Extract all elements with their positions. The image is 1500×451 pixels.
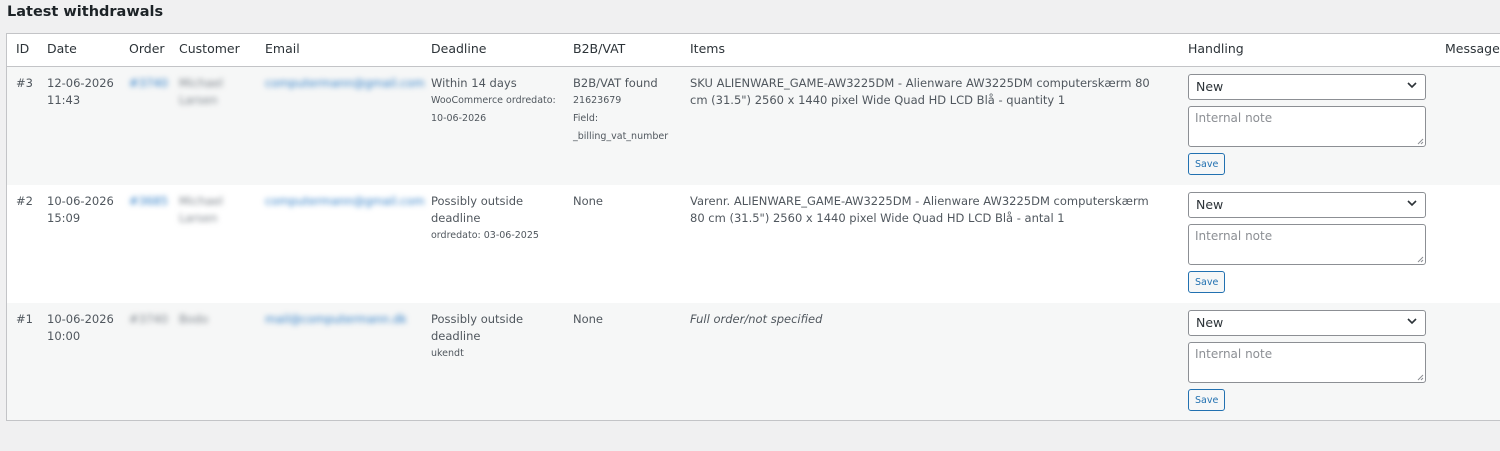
column-header-items: Items	[690, 41, 725, 56]
row-deadline: Possibly outside deadline ordredato: 03-…	[431, 193, 551, 245]
row-deadline: Possibly outside deadline ukendt	[431, 311, 551, 363]
customer-first-name: Michael	[179, 194, 224, 208]
vat-status: None	[573, 312, 604, 326]
deadline-status: Possibly outside deadline	[431, 312, 524, 343]
deadline-note: WooCommerce ordredato:	[431, 95, 556, 106]
chevron-down-icon	[1407, 318, 1417, 325]
internal-note-textarea[interactable]: Internal note	[1188, 224, 1426, 265]
customer-last-name: Larsen	[179, 93, 218, 107]
handling-select-value: New	[1196, 79, 1224, 94]
column-header-handling: Handling	[1188, 41, 1244, 56]
email-link[interactable]: computermann@gmail.com	[265, 75, 425, 92]
row-b2b-vat: None	[573, 311, 683, 328]
row-id: #3	[16, 76, 33, 90]
deadline-status: Within 14 days	[431, 76, 517, 90]
row-items: SKU ALIENWARE_GAME-AW3225DM - Alienware …	[690, 76, 1150, 107]
table-row: #3 12-06-2026 11:43 #3740 Michael Larsen…	[7, 67, 1500, 185]
deadline-note-date: 10-06-2026	[431, 113, 487, 124]
row-date-day: 10-06-2026	[47, 194, 114, 208]
vat-status: None	[573, 194, 604, 208]
column-header-customer: Customer	[179, 41, 240, 56]
row-customer: Bodo	[179, 311, 208, 328]
row-customer: Michael Larsen	[179, 75, 223, 109]
column-header-id: ID	[16, 41, 30, 56]
customer-last-name: Larsen	[179, 211, 218, 225]
internal-note-textarea[interactable]: Internal note	[1188, 342, 1426, 383]
row-date: 10-06-2026 15:09	[47, 193, 114, 227]
order-link[interactable]: #3685	[129, 193, 168, 210]
row-items: Varenr. ALIENWARE_GAME-AW3225DM - Alienw…	[690, 194, 1149, 225]
email-link[interactable]: computermann@gmail.com	[265, 193, 425, 210]
row-deadline: Within 14 days WooCommerce ordredato: 10…	[431, 75, 566, 128]
resize-grip-icon[interactable]	[1417, 256, 1424, 263]
handling-select[interactable]: New	[1188, 310, 1426, 336]
vat-number: 21623679	[573, 95, 622, 106]
save-button[interactable]: Save	[1188, 153, 1226, 175]
internal-note-placeholder: Internal note	[1195, 111, 1273, 125]
row-b2b-vat: B2B/VAT found 21623679 Field: _billing_v…	[573, 75, 683, 146]
withdrawals-table: ID Date Order Customer Email Deadline B2…	[6, 33, 1500, 421]
vat-status: B2B/VAT found	[573, 76, 658, 90]
table-row: #2 10-06-2026 15:09 #3685 Michael Larsen…	[7, 185, 1500, 303]
save-button[interactable]: Save	[1188, 271, 1226, 293]
order-link[interactable]: #3740	[129, 311, 168, 328]
deadline-note: ordredato: 03-06-2025	[431, 230, 539, 241]
row-items: Full order/not specified	[690, 312, 823, 326]
row-date-time: 10:00	[47, 329, 81, 343]
handling-select-value: New	[1196, 315, 1224, 330]
vat-field-name: _billing_vat_number	[573, 131, 669, 142]
row-date-time: 15:09	[47, 211, 81, 225]
resize-grip-icon[interactable]	[1417, 374, 1424, 381]
row-date-day: 12-06-2026	[47, 76, 114, 90]
column-header-b2b-vat: B2B/VAT	[573, 41, 626, 56]
row-date: 12-06-2026 11:43	[47, 75, 114, 109]
page-title: Latest withdrawals	[7, 4, 164, 20]
vat-field-label: Field:	[573, 113, 599, 124]
row-b2b-vat: None	[573, 193, 683, 210]
email-link[interactable]: mail@computermann.dk	[265, 311, 407, 328]
row-customer: Michael Larsen	[179, 193, 223, 227]
column-header-order: Order	[129, 41, 165, 56]
handling-select-value: New	[1196, 197, 1224, 212]
row-date-time: 11:43	[47, 93, 81, 107]
resize-grip-icon[interactable]	[1417, 138, 1424, 145]
save-button[interactable]: Save	[1188, 389, 1226, 411]
chevron-down-icon	[1407, 82, 1417, 89]
column-header-date: Date	[47, 41, 77, 56]
internal-note-placeholder: Internal note	[1195, 229, 1273, 243]
table-row: #1 10-06-2026 10:00 #3740 Bodo mail@comp…	[7, 303, 1500, 420]
row-id: #1	[16, 312, 33, 326]
customer-first-name: Michael	[179, 76, 224, 90]
handling-controls: New Internal note Save	[1188, 310, 1428, 411]
internal-note-placeholder: Internal note	[1195, 347, 1273, 361]
column-header-email: Email	[265, 41, 300, 56]
column-header-deadline: Deadline	[431, 41, 487, 56]
handling-select[interactable]: New	[1188, 192, 1426, 218]
order-link[interactable]: #3740	[129, 75, 168, 92]
chevron-down-icon	[1407, 200, 1417, 207]
row-date: 10-06-2026 10:00	[47, 311, 114, 345]
column-header-message: Message	[1445, 41, 1500, 56]
handling-select[interactable]: New	[1188, 74, 1426, 100]
handling-controls: New Internal note Save	[1188, 74, 1428, 175]
internal-note-textarea[interactable]: Internal note	[1188, 106, 1426, 147]
row-date-day: 10-06-2026	[47, 312, 114, 326]
handling-controls: New Internal note Save	[1188, 192, 1428, 293]
customer-first-name: Bodo	[179, 312, 209, 326]
deadline-status: Possibly outside deadline	[431, 194, 524, 225]
deadline-note: ukendt	[431, 348, 464, 359]
row-id: #2	[16, 194, 33, 208]
